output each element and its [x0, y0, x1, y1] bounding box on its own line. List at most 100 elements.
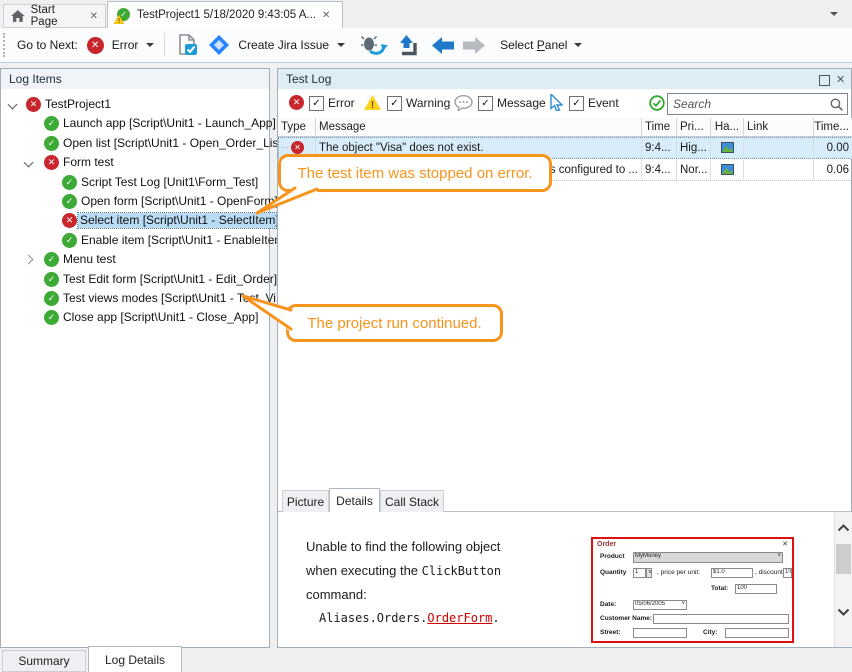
tree-item-label: Test Edit form [Script\Unit1 - Edit_Orde… [63, 272, 277, 286]
details-text-line2: when executing the ClickButton [306, 563, 501, 578]
street-label: Street: [600, 629, 621, 636]
tree-item[interactable]: ✓ Open form [Script\Unit1 - OpenForm] [1, 193, 269, 212]
chevron-down-icon[interactable] [146, 43, 154, 47]
column-header-priority[interactable]: Pri... [677, 118, 711, 136]
document-tab-bar: Start Page ✕ ✓ ! TestProject1 5/18/2020 … [0, 0, 852, 28]
bottom-tab-bar: Summary Log Details [0, 648, 852, 672]
tab-details[interactable]: Details [329, 488, 380, 512]
expander-open-icon[interactable] [24, 158, 34, 168]
tree-item[interactable]: ✓ Open list [Script\Unit1 - Open_Order_L… [1, 135, 269, 154]
tab-picture[interactable]: Picture [282, 490, 329, 512]
expander-closed-icon[interactable] [24, 255, 34, 265]
tree-item[interactable]: ✓ Script Test Log [Unit1\Form_Test] [1, 174, 269, 193]
error-icon: ✕ [44, 155, 59, 170]
chevron-down-icon[interactable] [574, 43, 582, 47]
search-icon[interactable] [830, 98, 843, 111]
total-label: Total: [711, 585, 728, 592]
tree-item-label: Select item [Script\Unit1 - SelectItem] [78, 213, 282, 228]
check-icon: ✓ [62, 194, 77, 209]
details-scrollbar[interactable] [834, 512, 852, 647]
column-header-time-diff[interactable]: Time... [814, 118, 852, 136]
tree-item[interactable]: ✕ TestProject1 [1, 96, 269, 115]
go-to-next-error-button[interactable]: Error [112, 38, 139, 52]
warning-filter-label: Warning [406, 96, 450, 110]
previous-result-icon[interactable] [432, 37, 455, 54]
date-field: 05/06/2005˅ [633, 600, 687, 610]
details-text-line1: Unable to find the following object [306, 539, 500, 554]
svg-text:!: ! [118, 18, 120, 24]
tab-test-log[interactable]: ✓ ! TestProject1 5/18/2020 9:43:05 A... … [107, 1, 343, 28]
tree-item[interactable]: ✓ Enable item [Script\Unit1 - EnableItem… [1, 232, 269, 251]
tree-item[interactable]: ✓ Launch app [Script\Unit1 - Launch_App] [1, 115, 269, 134]
error-icon: ✕ [87, 37, 104, 54]
tree-item-label: Open form [Script\Unit1 - OpenForm] [81, 194, 278, 208]
log-row-duration: 0.06 [814, 159, 852, 180]
street-field [633, 628, 687, 638]
go-to-parent-icon[interactable] [398, 34, 419, 56]
test-log-header: Test Log ✕ [277, 68, 852, 90]
tree-item-label: Test views modes [Script\Unit1 - Test_Vi… [63, 291, 286, 305]
log-row-time: 9:4... [642, 137, 677, 158]
tab-call-stack[interactable]: Call Stack [380, 490, 444, 512]
tab-summary[interactable]: Summary [2, 650, 86, 672]
next-result-icon[interactable] [462, 37, 485, 54]
tab-log-details[interactable]: Log Details [88, 646, 182, 672]
close-icon[interactable]: ✕ [836, 73, 845, 86]
order-dialog-title: Order [597, 541, 616, 548]
test-log-title: Test Log [286, 72, 331, 86]
column-header-time[interactable]: Time [642, 118, 677, 136]
column-header-message[interactable]: Message [316, 118, 642, 136]
callout-stopped-on-error: The test item was stopped on error. [278, 154, 552, 192]
close-icon[interactable]: ✕ [90, 11, 98, 22]
check-icon: ✓ [44, 310, 59, 325]
callout-text: The test item was stopped on error. [297, 165, 532, 182]
details-object-path: Aliases.Orders.OrderForm. [319, 611, 500, 625]
date-label: Date: [600, 601, 616, 608]
tree-item-label: Launch app [Script\Unit1 - Launch_App] [63, 116, 276, 130]
close-icon[interactable]: ✕ [322, 10, 330, 21]
column-header-link[interactable]: Link [744, 118, 814, 136]
select-panel-button[interactable]: Select Panel [500, 38, 567, 52]
tree-item[interactable]: ✓ Test Edit form [Script\Unit1 - Edit_Or… [1, 271, 269, 290]
close-icon: ✕ [782, 540, 788, 548]
tree-item-label: TestProject1 [45, 97, 111, 111]
order-form-link[interactable]: OrderForm [427, 611, 492, 625]
tab-label: TestProject1 5/18/2020 9:43:05 A... [137, 9, 316, 21]
error-icon: ✕ [26, 97, 41, 112]
message-filter-checkbox[interactable]: ✓ [478, 96, 493, 111]
next-error-jump-icon[interactable] [361, 34, 388, 56]
tree-item-label: Open list [Script\Unit1 - Open_Order_Lis… [63, 136, 285, 150]
post-summary-icon[interactable] [175, 33, 199, 57]
log-items-header: Log Items [0, 68, 270, 90]
quantity-field: 1 [633, 568, 646, 578]
log-table-header: Type Message Time Pri... Ha... Link Time… [278, 118, 852, 137]
scroll-up-icon[interactable] [837, 524, 850, 532]
scrollbar-thumb[interactable] [836, 544, 851, 574]
scroll-down-icon[interactable] [837, 608, 850, 616]
svg-text:!: ! [371, 100, 374, 110]
log-items-tree: ✕ TestProject1 ✓ Launch app [Script\Unit… [0, 89, 270, 648]
tree-item[interactable]: ✕ Form test [1, 154, 269, 173]
error-filter-label: Error [328, 96, 355, 110]
toolbar-grip[interactable] [3, 33, 8, 57]
expander-open-icon[interactable] [8, 100, 18, 110]
log-row-time: 9:4... [642, 159, 677, 180]
create-jira-issue-button[interactable]: Create Jira Issue [238, 38, 329, 52]
column-header-has-picture[interactable]: Ha... [711, 118, 744, 136]
warning-filter-checkbox[interactable]: ✓ [387, 96, 402, 111]
callout-text: The project run continued. [307, 315, 481, 332]
column-header-type[interactable]: Type [278, 118, 316, 136]
tree-item-selected[interactable]: ✕ Select item [Script\Unit1 - SelectItem… [1, 212, 269, 231]
error-filter-checkbox[interactable]: ✓ [309, 96, 324, 111]
maximize-icon[interactable] [819, 75, 830, 86]
tree-item[interactable]: ✓ Test views modes [Script\Unit1 - Test_… [1, 290, 269, 309]
tree-item[interactable]: ✓ Menu test [1, 251, 269, 270]
chevron-down-icon[interactable] [337, 43, 345, 47]
tree-item[interactable]: ✓ Close app [Script\Unit1 - Close_App] [1, 309, 269, 328]
search-input[interactable] [667, 93, 848, 115]
tab-start-page[interactable]: Start Page ✕ [3, 4, 106, 28]
error-screenshot-thumbnail[interactable]: Order ✕ Product MyMoney˅ Quantity 1 ⇅ , … [591, 537, 794, 643]
tab-list-dropdown-icon[interactable] [830, 12, 838, 16]
event-filter-checkbox[interactable]: ✓ [569, 96, 584, 111]
message-icon [454, 95, 473, 111]
